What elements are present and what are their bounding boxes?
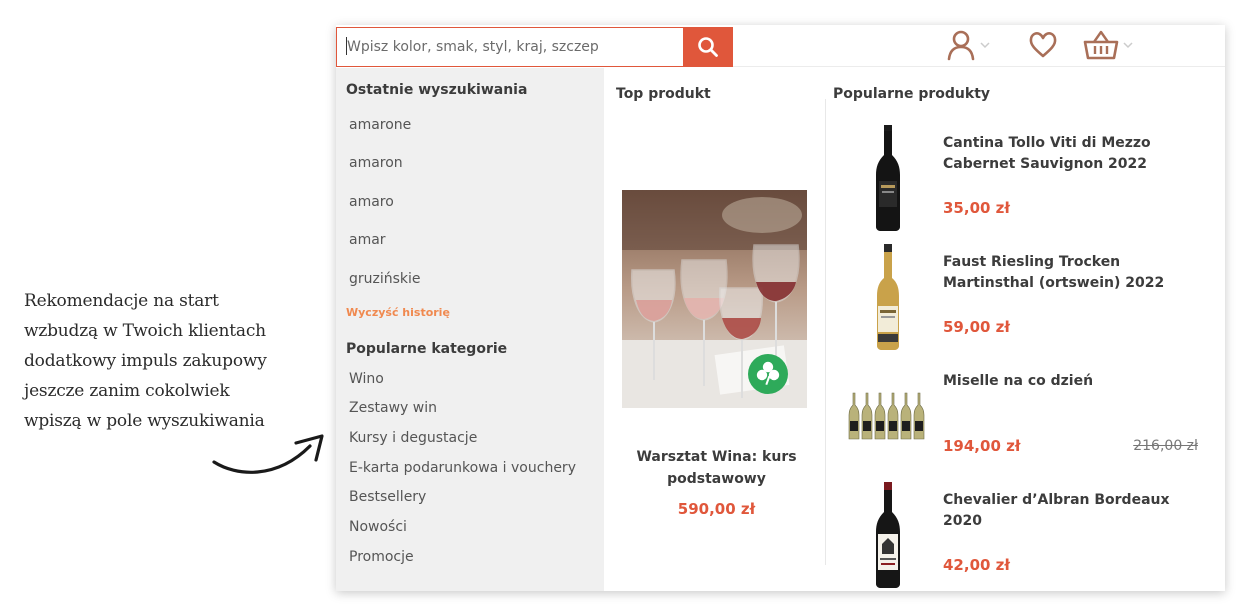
category-item[interactable]: Nowości: [349, 519, 407, 535]
white-wine-bottle: [877, 244, 899, 350]
product-name: Faust Riesling Trocken Martinsthal (orts…: [943, 254, 1165, 291]
product-price: 35,00 zł: [943, 199, 1010, 217]
product-name: Chevalier d’Albran Bordeaux 2020: [943, 492, 1170, 529]
category-item[interactable]: Kursy i degustacje: [349, 430, 477, 446]
clear-history-link[interactable]: Wyczyść historię: [346, 306, 450, 319]
curved-arrow-icon: [212, 434, 324, 474]
recent-search-item[interactable]: amaron: [349, 155, 403, 171]
product-price: 42,00 zł: [943, 556, 1010, 574]
wine-glasses-photo: [622, 190, 807, 408]
bordeaux-wine-bottle: [876, 482, 900, 588]
text-cursor: [346, 37, 347, 55]
recent-search-item[interactable]: amarone: [349, 117, 411, 133]
top-product-name[interactable]: Warsztat Wina: kurs podstawowy: [614, 446, 819, 490]
suggestions-panel: Ostatnie wyszukiwania amarone amaron ama…: [336, 68, 604, 591]
top-product-price: 590,00 zł: [677, 500, 756, 518]
product-card[interactable]: Faust Riesling Trocken Martinsthal (orts…: [826, 242, 1225, 361]
header-bar: [336, 25, 1225, 67]
category-item[interactable]: Wino: [349, 371, 384, 387]
product-card[interactable]: Cantina Tollo Viti di Mezzo Cabernet Sau…: [826, 123, 1225, 242]
category-item[interactable]: Zestawy win: [349, 400, 437, 416]
product-image: [838, 123, 938, 233]
popular-categories-title: Popularne kategorie: [346, 341, 508, 357]
product-image: [838, 480, 938, 590]
chevron-down-icon: [1123, 41, 1133, 48]
annotation-line: Rekomendacje na start: [24, 291, 219, 311]
top-product-image[interactable]: [622, 190, 807, 408]
product-old-price: 216,00 zł: [1133, 438, 1198, 454]
annotation-line: wzbudzą w Twoich klientach: [24, 321, 266, 341]
category-item[interactable]: E-karta podarunkowa i vouchery: [349, 460, 576, 476]
popular-products-panel: Popularne produkty Cantina Tollo Viti di…: [826, 68, 1225, 591]
wine-set-bottles: [848, 392, 925, 440]
search-icon: [698, 37, 718, 57]
search-input[interactable]: [336, 27, 683, 67]
product-card[interactable]: Chevalier d’Albran Bordeaux 2020 42,00 z…: [826, 480, 1225, 591]
recent-search-item[interactable]: gruzińskie: [349, 271, 421, 287]
user-icon: [947, 30, 975, 61]
product-card[interactable]: Miselle na co dzień 194,00 zł 216,00 zł: [826, 361, 1225, 480]
cart-button[interactable]: [1083, 29, 1133, 61]
product-name: Miselle na co dzień: [943, 373, 1094, 389]
recent-searches-title: Ostatnie wyszukiwania: [346, 82, 528, 98]
category-item[interactable]: Promocje: [349, 549, 414, 565]
search-dropdown-widget: Ostatnie wyszukiwania amarone amaron ama…: [336, 25, 1225, 591]
product-image: [838, 242, 938, 352]
product-price: 194,00 zł: [943, 437, 1021, 455]
product-image: [838, 361, 938, 471]
annotation-line: dodatkowy impuls zakupowy: [24, 351, 267, 371]
annotation-line: jeszcze zanim cokolwiek: [24, 381, 230, 401]
product-price: 59,00 zł: [943, 318, 1010, 336]
basket-icon: [1083, 30, 1119, 60]
top-product-panel: Top produkt Warsztat Wina: kurs podstawo…: [604, 68, 826, 591]
chevron-down-icon: [980, 41, 990, 48]
account-button[interactable]: [946, 29, 990, 61]
top-product-title: Top produkt: [616, 86, 711, 102]
recent-search-item[interactable]: amaro: [349, 194, 394, 210]
product-name: Cantina Tollo Viti di Mezzo Cabernet Sau…: [943, 135, 1151, 172]
heart-icon: [1029, 32, 1057, 58]
search-button[interactable]: [683, 27, 733, 67]
red-wine-bottle: [876, 125, 900, 231]
promo-annotation: Rekomendacje na start wzbudzą w Twoich k…: [24, 286, 314, 436]
category-item[interactable]: Bestsellery: [349, 489, 426, 505]
recent-search-item[interactable]: amar: [349, 232, 386, 248]
wishlist-button[interactable]: [1028, 29, 1058, 61]
popular-products-title: Popularne produkty: [833, 86, 991, 102]
